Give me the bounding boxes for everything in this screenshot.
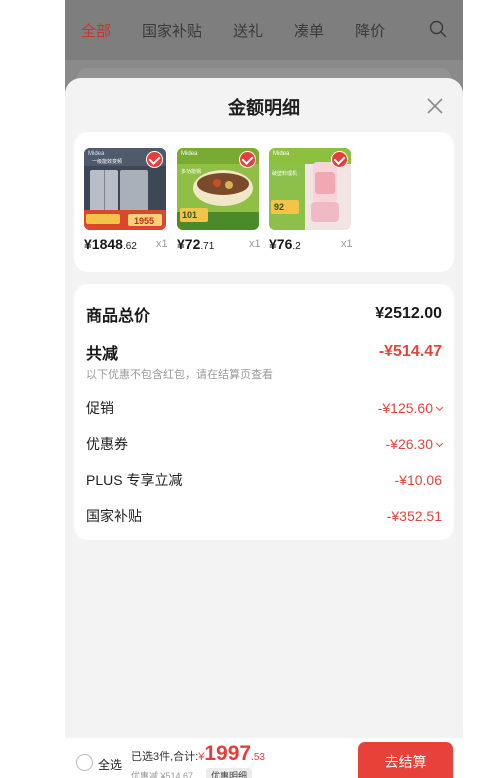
product-qty: x1 (156, 238, 168, 250)
product-qty: x1 (249, 238, 261, 250)
product-image-blender: Midea 破壁料理机 92 (269, 148, 351, 230)
discount-label: 共减 (86, 346, 119, 363)
total-price-label: 商品总价 (86, 308, 151, 325)
discount-detail-button[interactable]: 优惠明细 (206, 768, 253, 778)
sheet-title: 金额明细 (228, 98, 300, 118)
search-icon[interactable] (429, 20, 447, 38)
select-all-label[interactable]: 全选 (98, 756, 122, 773)
product-item[interactable]: Midea 破壁料理机 92 ¥76.2 x1 (269, 148, 353, 256)
tab-bundle[interactable]: 凑单 (294, 20, 324, 41)
chevron-down-icon (435, 439, 444, 448)
close-icon[interactable] (425, 96, 445, 116)
product-tag-label: 破壁料理机 (272, 171, 298, 177)
tab-price-drop[interactable]: 降价 (355, 20, 385, 41)
product-item[interactable]: Midea 多功能锅 101 ¥72.71 x1 (177, 148, 261, 256)
coupon-row[interactable]: 优惠券 -¥26.30 (86, 434, 444, 454)
select-all-radio[interactable] (76, 754, 93, 771)
selected-check-icon (239, 151, 256, 168)
discount-note: 以下优惠不包含红包，请在结算页查看 (86, 369, 273, 381)
plus-discount-value: -¥10.06 (394, 472, 442, 488)
product-badge-label: 1955 (134, 216, 155, 226)
national-subsidy-row: 国家补贴 -¥352.51 (86, 506, 442, 526)
total-price-value: ¥2512.00 (375, 305, 442, 322)
amount-detail-sheet: 金额明细 Midea 一级能效变频 1955 ¥1848.62 x1 Midea… (65, 78, 463, 738)
product-qty: x1 (341, 238, 353, 250)
tab-gift[interactable]: 送礼 (233, 20, 263, 41)
product-image-fridge: Midea 一级能效变频 1955 (84, 148, 166, 230)
plus-discount-label: PLUS 专享立减 (86, 472, 183, 488)
chevron-down-icon (435, 403, 444, 412)
product-price: ¥72.71 (177, 236, 215, 252)
amount-detail-card: 商品总价 ¥2512.00 共减 -¥514.47 以下优惠不包含红包，请在结算… (74, 284, 454, 540)
page: 全部 国家补贴 送礼 凑单 降价 金额明细 Midea 一级能效变频 1955 … (0, 0, 500, 778)
product-price: ¥1848.62 (84, 236, 137, 252)
product-price: ¥76.2 (269, 236, 301, 252)
top-nav: 全部 国家补贴 送礼 凑单 降价 (65, 0, 463, 60)
coupon-label: 优惠券 (86, 436, 128, 452)
tab-national-subsidy[interactable]: 国家补贴 (142, 20, 202, 41)
discount-row: 共减 -¥514.47 (86, 340, 442, 364)
product-badge-label: 101 (182, 210, 198, 220)
selected-summary: 已选3件,合计:¥1997.53 (131, 742, 265, 765)
discount-value: -¥514.47 (378, 343, 442, 360)
product-tag-label: 一级能效变频 (92, 159, 123, 165)
saved-amount: 优惠减 ¥514.67 (131, 771, 194, 778)
product-brand-label: Midea (181, 151, 198, 157)
product-item[interactable]: Midea 一级能效变频 1955 ¥1848.62 x1 (84, 148, 168, 256)
selected-check-icon (331, 151, 348, 168)
national-subsidy-value: -¥352.51 (386, 508, 442, 524)
tab-all[interactable]: 全部 (81, 20, 111, 41)
product-brand-label: Midea (88, 151, 105, 157)
plus-discount-row: PLUS 专享立减 -¥10.06 (86, 470, 442, 490)
selected-check-icon (146, 151, 163, 168)
coupon-value: -¥26.30 (386, 436, 444, 452)
total-price-row: 商品总价 ¥2512.00 (86, 302, 442, 326)
product-badge-label: 92 (274, 202, 285, 212)
promotion-row[interactable]: 促销 -¥125.60 (86, 398, 444, 418)
promotion-label: 促销 (86, 400, 114, 416)
product-image-pot: Midea 多功能锅 101 (177, 148, 259, 230)
product-tag-label: 多功能锅 (181, 169, 202, 175)
national-subsidy-label: 国家补贴 (86, 508, 142, 524)
phone-screen: 全部 国家补贴 送礼 凑单 降价 金额明细 Midea 一级能效变频 1955 … (65, 0, 463, 778)
checkout-bar: 全选 已选3件,合计:¥1997.53 优惠减 ¥514.67 优惠明细 去结算 (65, 738, 463, 778)
goods-card: Midea 一级能效变频 1955 ¥1848.62 x1 Midea 多功能锅… (74, 132, 454, 272)
checkout-button[interactable]: 去结算 (358, 742, 453, 778)
product-brand-label: Midea (273, 151, 290, 157)
promotion-value: -¥125.60 (378, 400, 444, 416)
